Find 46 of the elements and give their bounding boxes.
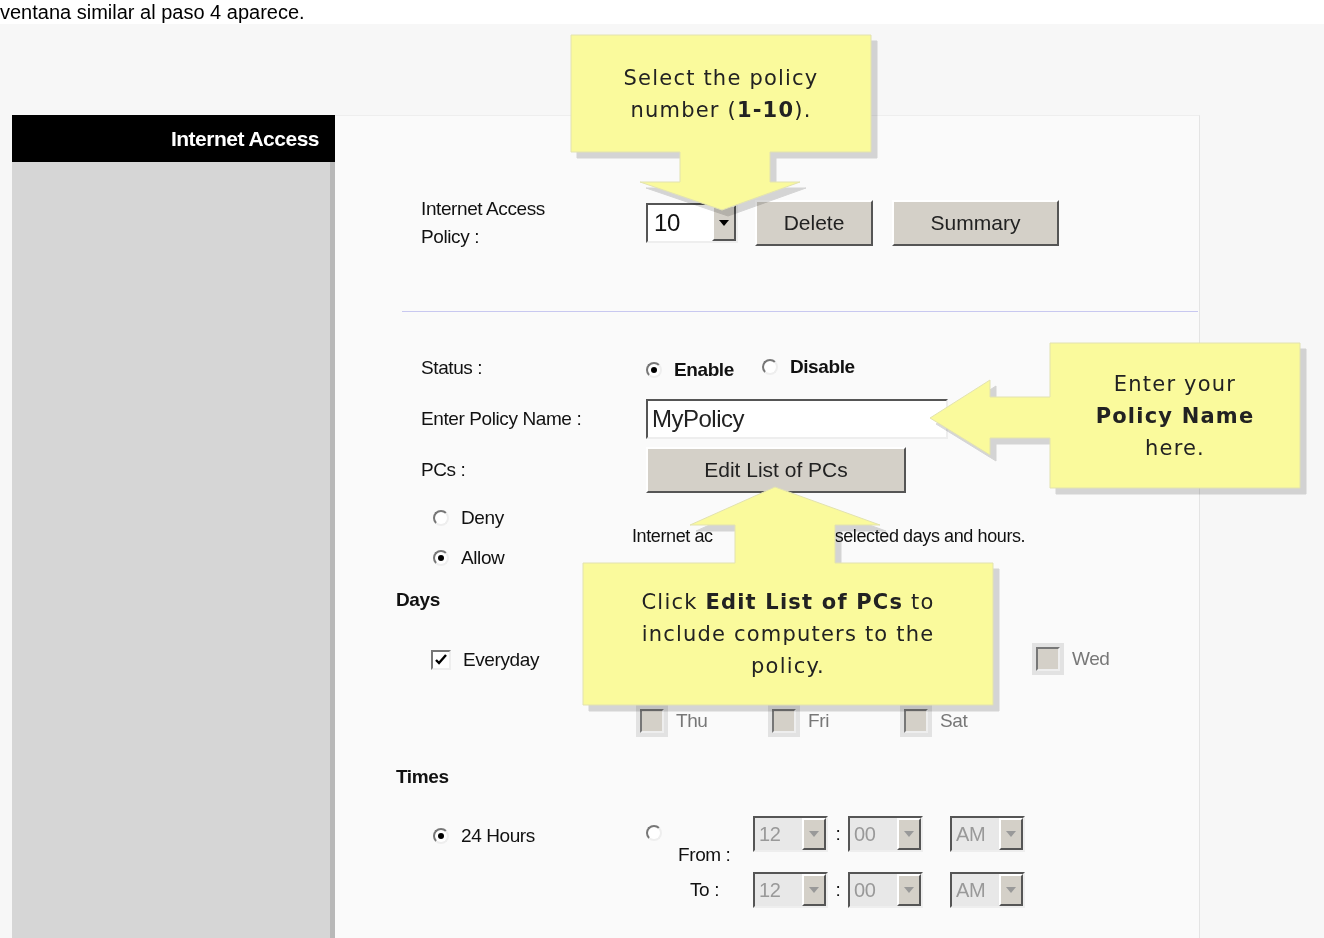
option-label: From : [678,844,731,865]
section-title: Times [396,766,449,788]
option-label: 24 Hours [461,824,535,847]
caption-text: ventana similar al paso 4 aparece. [0,1,305,23]
field-label: Status : [421,357,484,379]
caret-icon [809,887,819,893]
field-label: Internet Access Policy : [421,197,546,249]
time-separator: : [834,879,842,901]
caret-icon [904,887,914,893]
caret-icon [809,831,819,837]
radio-button[interactable] [646,361,662,378]
caret-icon [1006,831,1016,837]
time-separator: : [834,823,842,845]
option-label: Enable [674,358,734,381]
radio-button[interactable] [761,359,778,375]
section-title: Days [396,589,440,611]
caret-icon [1006,887,1016,893]
field-label: To : [690,879,720,900]
option-label: Deny [461,507,504,529]
summary-button[interactable]: Summary [892,200,1059,246]
checkbox-label: Thu [676,709,708,732]
radio-button[interactable] [433,550,449,566]
callout-text: Select the policy number (1-10). [622,64,820,124]
radio-button[interactable] [646,825,662,841]
checkbox-label: Wed [1072,647,1110,670]
sidebar-title: Internet Access [12,115,335,162]
edit-list-button[interactable]: Edit List of PCs [646,447,906,493]
field-label: PCs : [421,459,467,481]
delete-button[interactable]: Delete [755,200,873,246]
checkbox-label: Sat [940,709,968,732]
description-text: selected days and hours. [834,525,1026,547]
dropdown[interactable]: 10 [646,203,738,243]
policy-name-field[interactable]: MyPolicy [646,399,948,439]
checkbox[interactable] [431,650,451,670]
field-label: Enter Policy Name : [421,408,583,430]
checkbox-label: Fri [808,709,829,732]
option-label: Allow [461,547,505,569]
description-text: Internet ac [632,525,713,547]
radio-button[interactable] [433,827,449,844]
option-label: Disable [789,356,855,378]
caret-icon [904,831,914,837]
caret-icon [719,220,729,226]
radio-button[interactable] [433,510,449,526]
checkbox-label: Everyday [463,649,539,671]
callout-text: Enter your Policy Name here. [1094,370,1256,462]
callout-text: Click Edit List of PCs to include computers to the policy. [640,589,936,680]
